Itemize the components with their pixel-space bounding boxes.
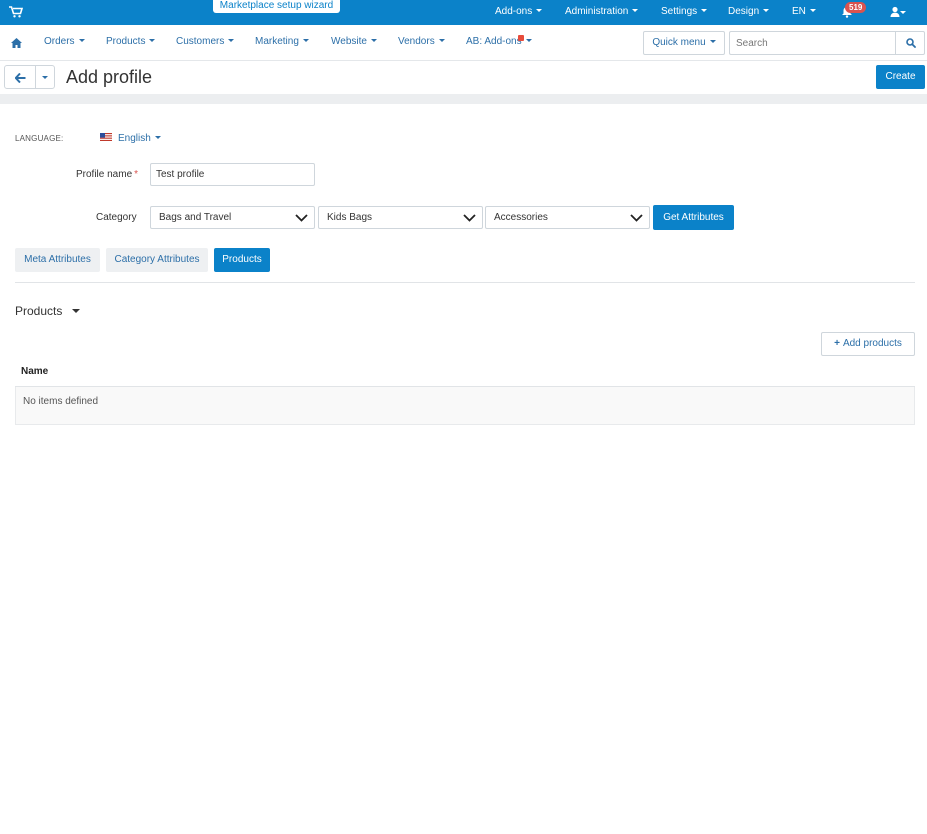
chevron-down-icon[interactable] (900, 11, 906, 14)
collapse-caret-icon[interactable] (72, 309, 80, 313)
profile-name-input[interactable] (150, 163, 315, 186)
history-dropdown[interactable] (35, 65, 55, 89)
search-icon (906, 38, 916, 48)
nav-orders[interactable]: Orders (44, 25, 85, 61)
chevron-down-icon (701, 8, 708, 12)
chevron-down-icon (78, 38, 85, 42)
chevron-down-icon (536, 8, 543, 12)
language-label: LANGUAGE: (15, 134, 64, 143)
chevron-down-icon (630, 214, 643, 222)
category-label: Category (96, 212, 137, 223)
new-indicator (518, 35, 524, 41)
search-input[interactable] (729, 31, 895, 55)
chevron-down-icon (809, 8, 816, 12)
arrow-left-icon (15, 73, 26, 83)
cart-icon[interactable] (9, 6, 23, 18)
nav-vendors[interactable]: Vendors (398, 25, 445, 61)
chevron-down-icon (295, 214, 308, 222)
create-button[interactable]: Create (876, 65, 925, 89)
chevron-down-icon (154, 135, 161, 139)
category-select-1[interactable]: Bags and Travel (150, 206, 315, 229)
main-nav: Orders Products Customers Marketing Webs… (0, 25, 927, 61)
category-select-3[interactable]: Accessories (485, 206, 650, 229)
nav-marketing[interactable]: Marketing (255, 25, 309, 61)
nav-customers[interactable]: Customers (176, 25, 235, 61)
plus-icon: + (834, 338, 840, 349)
column-header-name: Name (21, 366, 49, 377)
language-selector[interactable]: English (118, 133, 161, 144)
us-flag-icon (100, 133, 112, 141)
nav-website[interactable]: Website (331, 25, 377, 61)
top-bar: Marketplace setup wizard Add-ons Adminis… (0, 0, 927, 25)
chevron-down-icon (525, 38, 532, 42)
get-attributes-button[interactable]: Get Attributes (653, 205, 734, 230)
chevron-down-icon (42, 76, 48, 79)
chevron-down-icon (438, 38, 445, 42)
tab-category-attributes[interactable]: Category Attributes (106, 248, 208, 272)
chevron-down-icon (228, 38, 235, 42)
page-title: Add profile (66, 67, 153, 87)
chevron-down-icon (463, 214, 476, 222)
nav-products[interactable]: Products (106, 25, 156, 61)
notification-badge: 519 (845, 2, 867, 13)
search-button[interactable] (895, 31, 925, 55)
title-bar: Add profile Create (0, 61, 927, 94)
topnav-addons[interactable]: Add-ons (495, 0, 543, 25)
back-button[interactable] (4, 65, 36, 89)
profile-name-label: Profile name * (76, 169, 139, 180)
chevron-down-icon (302, 38, 309, 42)
chevron-down-icon (763, 8, 770, 12)
tabs-divider (15, 282, 915, 283)
topnav-administration[interactable]: Administration (565, 0, 639, 25)
topnav-language[interactable]: EN (792, 0, 816, 25)
empty-table-row: No items defined (15, 387, 915, 425)
chevron-down-icon (370, 38, 377, 42)
header-separator (0, 94, 927, 104)
nav-ab-addons[interactable]: AB: Add-ons (466, 25, 532, 61)
products-section-title[interactable]: Products (15, 304, 62, 318)
chevron-down-icon (632, 8, 639, 12)
category-select-2[interactable]: Kids Bags (318, 206, 483, 229)
topnav-settings[interactable]: Settings (661, 0, 708, 25)
tab-meta-attributes[interactable]: Meta Attributes (15, 248, 100, 272)
add-products-button[interactable]: + Add products (821, 332, 915, 356)
topnav-design[interactable]: Design (728, 0, 770, 25)
setup-wizard-button[interactable]: Marketplace setup wizard (213, 0, 340, 13)
quick-menu-button[interactable]: Quick menu (643, 31, 725, 55)
tab-products[interactable]: Products (214, 248, 270, 272)
chevron-down-icon (709, 39, 716, 43)
home-icon[interactable] (11, 38, 22, 48)
chevron-down-icon (149, 38, 156, 42)
